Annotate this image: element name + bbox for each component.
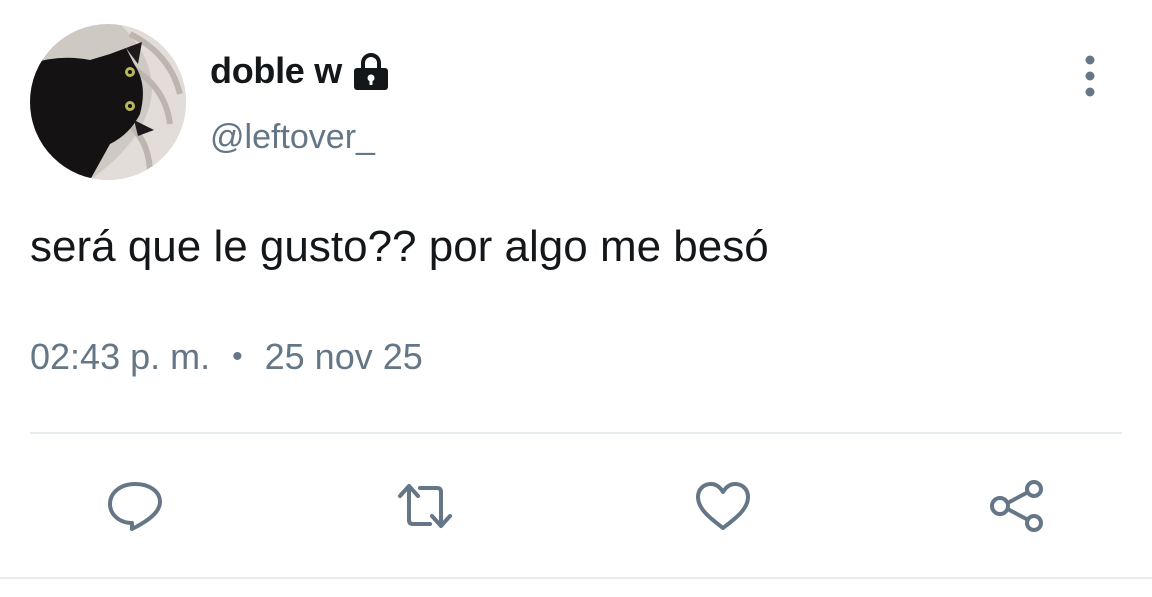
meta-separator: • <box>232 340 243 373</box>
more-options-button[interactable] <box>1072 52 1108 100</box>
user-handle[interactable]: @leftover_ <box>210 118 375 157</box>
retweet-button[interactable] <box>396 480 454 532</box>
tweet-meta: 02:43 p. m. • 25 nov 25 <box>30 336 423 378</box>
retweet-icon <box>398 484 452 528</box>
reply-icon <box>108 482 162 531</box>
tweet-text: será que le gusto?? por algo me besó <box>30 222 769 271</box>
user-name-row: doble w <box>210 48 390 94</box>
reply-button[interactable] <box>106 480 164 532</box>
more-vertical-icon <box>1085 55 1095 97</box>
divider <box>30 432 1122 434</box>
like-button[interactable] <box>694 480 752 532</box>
heart-icon <box>696 482 750 530</box>
bottom-divider <box>0 577 1152 579</box>
display-name[interactable]: doble w <box>210 50 342 92</box>
tweet-time: 02:43 p. m. <box>30 336 211 377</box>
tweet-date[interactable]: 25 nov 25 <box>265 336 423 378</box>
avatar[interactable] <box>30 24 186 180</box>
avatar-cat-image <box>30 24 186 180</box>
share-button[interactable] <box>988 480 1046 532</box>
lock-icon <box>352 51 390 91</box>
share-icon <box>990 480 1043 532</box>
